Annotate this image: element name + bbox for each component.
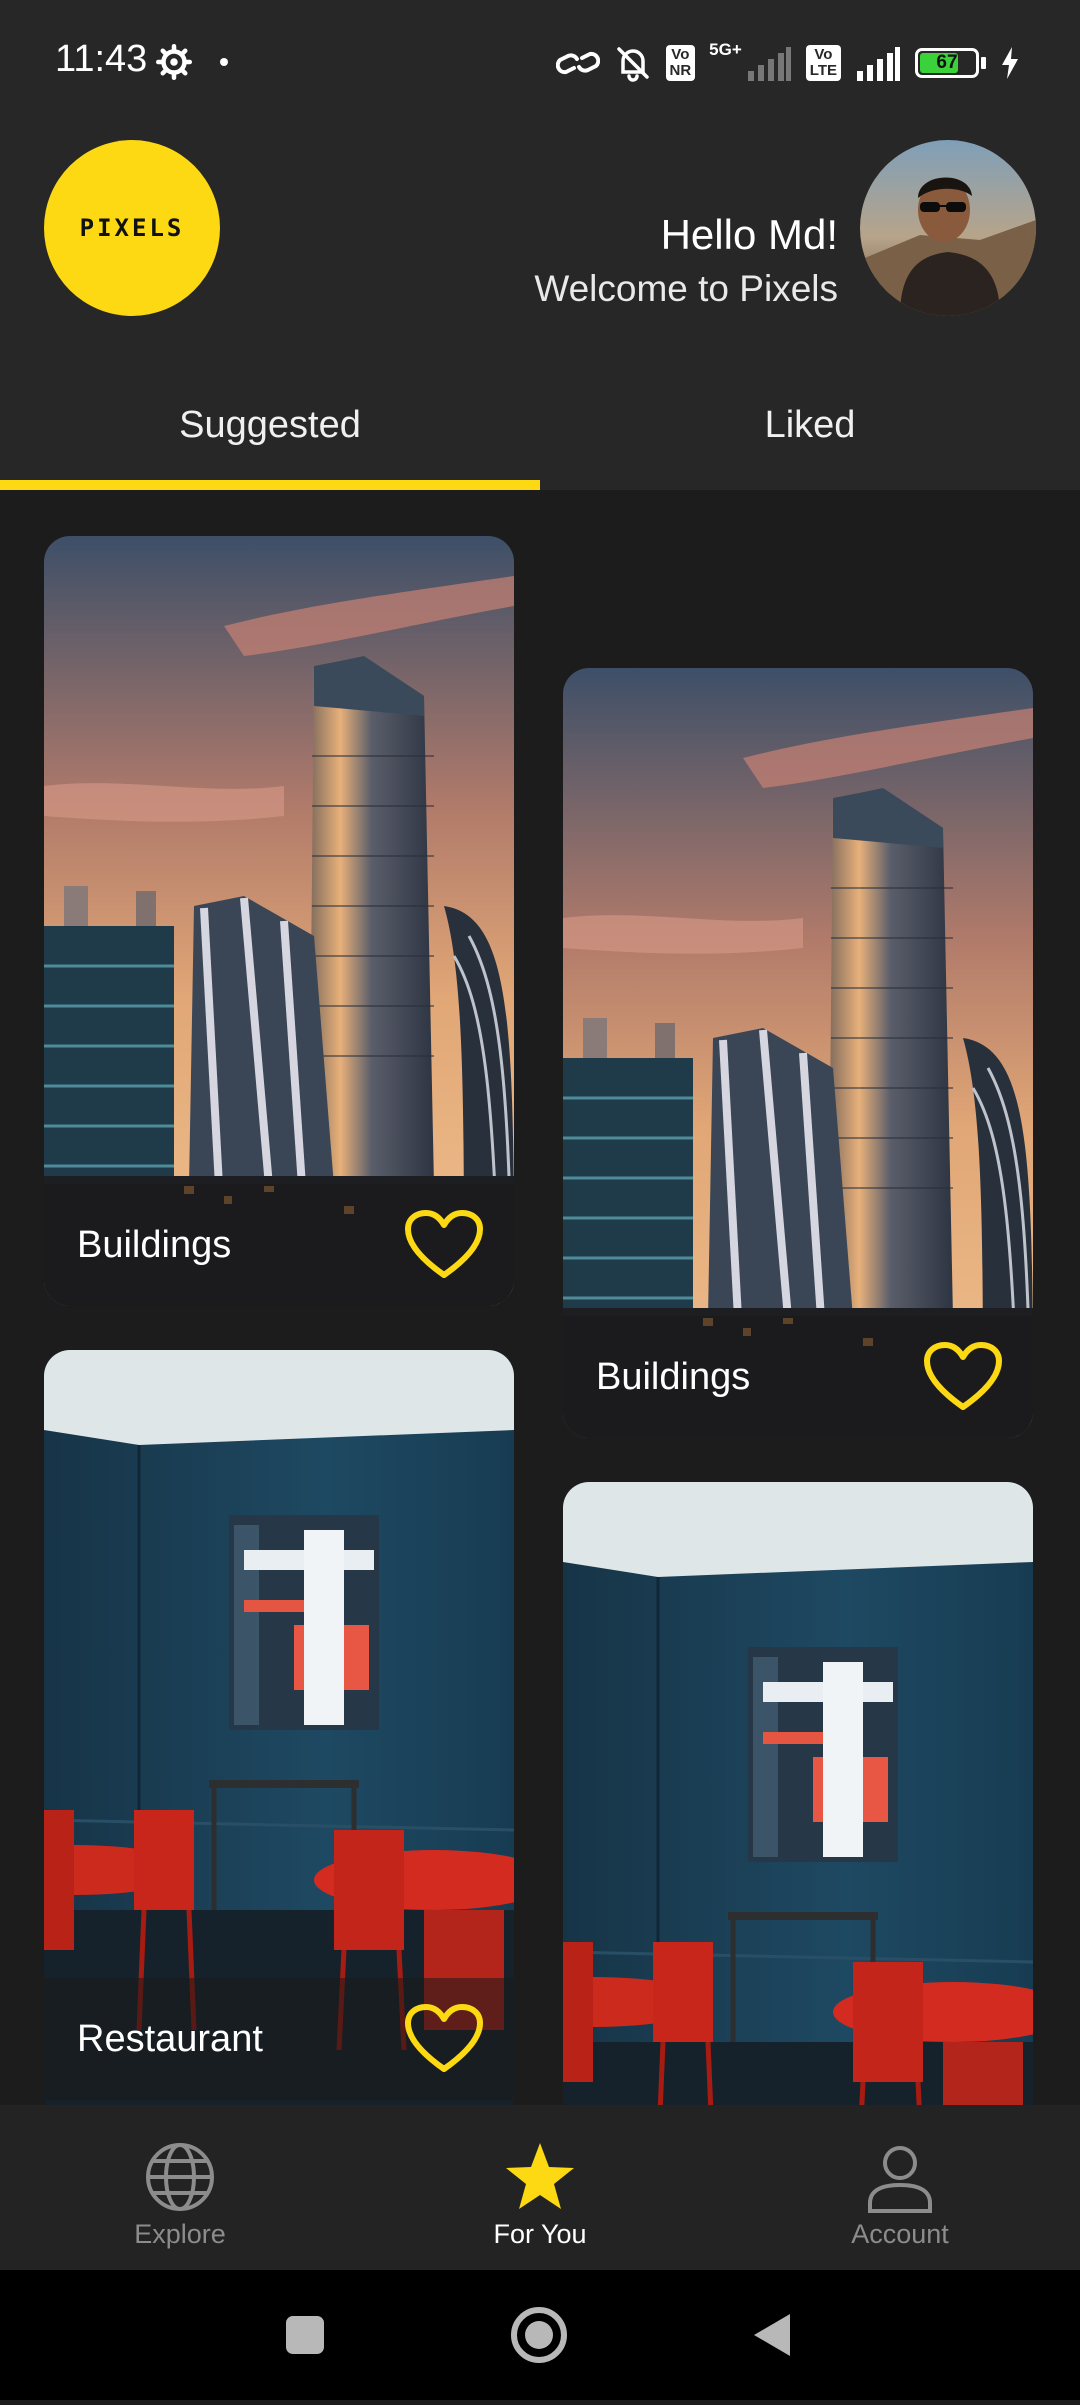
nav-for-you[interactable]: For You	[360, 2105, 720, 2270]
nav-explore-label: Explore	[134, 2219, 226, 2249]
heart-like-icon[interactable]	[923, 1341, 1003, 1413]
link-icon	[555, 51, 600, 75]
system-navigation-bar	[0, 2270, 1080, 2400]
status-icons: Vo NR 5G+ Vo LTE 67	[555, 40, 1021, 86]
tab-bar: Suggested Liked	[0, 360, 1080, 490]
nav-account-label: Account	[851, 2219, 949, 2249]
network-5g-label: 5G+	[709, 40, 742, 59]
battery-icon: 67	[915, 48, 979, 78]
bell-muted-icon	[616, 47, 649, 82]
heart-like-icon[interactable]	[404, 2003, 484, 2075]
user-avatar[interactable]	[860, 140, 1036, 316]
notification-dot	[220, 58, 228, 66]
system-nav-icons	[286, 2307, 790, 2363]
card-photo	[563, 1482, 1033, 2105]
avatar-photo	[860, 140, 1036, 316]
nav-explore[interactable]: Explore	[0, 2105, 360, 2270]
star-icon	[506, 2143, 574, 2209]
greeting-text: Hello Md!	[660, 211, 838, 258]
tab-suggested-label: Suggested	[179, 403, 361, 446]
card-title: Buildings	[77, 1223, 232, 1266]
app-logo: PIXELS	[44, 140, 220, 316]
photo-card-buildings-1[interactable]: Buildings	[44, 536, 514, 1306]
photo-card-restaurant-2[interactable]	[563, 1482, 1033, 2105]
app-header: PIXELS Hello Md! Welcome to Pixels Sugge…	[0, 125, 1080, 490]
person-icon	[868, 2146, 932, 2213]
card-footer: Buildings	[563, 1316, 1033, 1438]
battery-cap	[981, 57, 986, 69]
nav-for-you-label: For You	[493, 2219, 587, 2249]
card-title: Buildings	[596, 1355, 751, 1398]
photo-grid: Buildings Buildings Restaurant	[0, 490, 1080, 2105]
home-circle-icon[interactable]	[511, 2307, 567, 2363]
back-triangle-icon[interactable]	[754, 2314, 790, 2356]
heart-like-icon[interactable]	[404, 1209, 484, 1281]
vonr-badge: Vo NR	[665, 45, 696, 81]
card-footer: Restaurant	[44, 1978, 514, 2100]
logo-text: PIXELS	[79, 214, 185, 242]
nav-account[interactable]: Account	[720, 2105, 1080, 2270]
settings-gear-icon	[156, 44, 192, 80]
recents-square-icon[interactable]	[286, 2316, 324, 2354]
bottom-navigation: Explore For You Account	[0, 2105, 1080, 2270]
charging-bolt-icon	[1002, 47, 1018, 79]
status-time: 11:43	[55, 38, 148, 80]
tab-liked-label: Liked	[764, 403, 856, 446]
photo-card-buildings-2[interactable]: Buildings	[563, 668, 1033, 1438]
tab-liked[interactable]: Liked	[540, 360, 1080, 490]
volte-badge: Vo LTE	[805, 45, 841, 81]
signal-strength-icon	[747, 47, 791, 81]
signal-strength-icon-2	[857, 47, 900, 81]
active-tab-indicator	[0, 480, 540, 490]
welcome-text: Welcome to Pixels	[534, 268, 838, 309]
globe-icon	[146, 2143, 214, 2211]
card-title: Restaurant	[77, 2017, 263, 2060]
photo-card-restaurant[interactable]: Restaurant	[44, 1350, 514, 2105]
battery-level: 67	[936, 52, 958, 73]
card-footer: Buildings	[44, 1184, 514, 1306]
tab-suggested[interactable]: Suggested	[0, 360, 540, 490]
status-bar: 11:43 Vo NR 5G+ Vo LTE 67	[0, 0, 1080, 125]
greeting-block: Hello Md! Welcome to Pixels	[534, 210, 838, 314]
